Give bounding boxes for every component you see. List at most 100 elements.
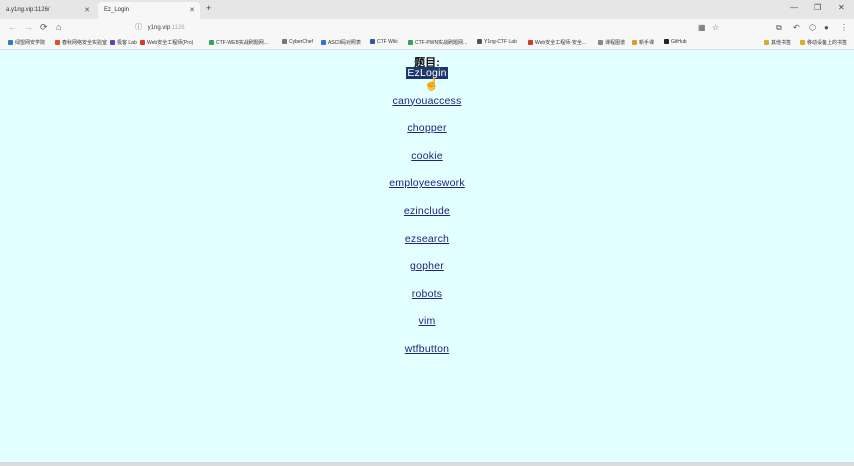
folder-icon [800, 40, 805, 45]
bookmark-favicon [477, 39, 482, 44]
bookmark-folder[interactable]: 其他书签 [764, 39, 791, 46]
bookmarks-bar: 绿盟网安学院 春秋网络安全实验室 极客 Lab Web安全工程师(Pro) CT… [0, 37, 854, 50]
hand-cursor-icon: ☝ [424, 77, 439, 91]
link-label: gopher [410, 260, 444, 273]
qr-code-icon[interactable]: ▦ [698, 23, 706, 32]
link-label: vim [418, 315, 436, 328]
bookmark-label: CyberChef [289, 39, 313, 45]
extensions-icon[interactable]: ⬡ [809, 23, 816, 32]
bookmark-item[interactable]: Y1ng-CTF Lab [477, 39, 517, 45]
tab-ez-login[interactable]: Ez_Login ✕ [98, 2, 200, 19]
close-tab-icon[interactable]: ✕ [84, 6, 90, 14]
bookmark-favicon [528, 40, 533, 45]
link-label: chopper [407, 122, 447, 135]
bookmark-favicon [321, 40, 326, 45]
bookmark-item[interactable]: 春秋网络安全实验室 [55, 39, 107, 46]
bookmark-favicon [55, 40, 60, 45]
challenge-link-gopher[interactable]: gopher [327, 260, 527, 288]
bookmark-item[interactable]: 新手课 [632, 39, 654, 46]
screenshot-icon[interactable]: ⧉ [776, 23, 782, 33]
bookmark-label: GitHub [671, 39, 687, 45]
bookmark-label: CTF-WEB实战刷题网... [216, 40, 268, 46]
reload-icon[interactable]: ⟳ [40, 22, 48, 33]
bookmark-item[interactable]: CTF-PWN实战刷题网... [408, 39, 467, 46]
bookmark-item[interactable]: 极客 Lab [110, 39, 137, 46]
tab-label: a.y1ng.vip:1126/ [6, 7, 50, 13]
site-info-icon[interactable]: ⓘ [135, 24, 142, 31]
close-window-icon[interactable]: ✕ [838, 3, 845, 12]
forward-icon[interactable]: → [24, 22, 33, 32]
link-label: ezinclude [403, 204, 451, 217]
bookmark-item[interactable]: CTF Wiki [370, 39, 398, 45]
page-content: 题目: EzLogin canyouaccess chopper cookie … [0, 50, 854, 462]
bookmark-label: 移动设备上的书签 [807, 40, 848, 46]
link-label: wtfbutton [404, 342, 450, 355]
challenge-link-canyouaccess[interactable]: canyouaccess [327, 95, 527, 123]
link-label: employeeswork [389, 177, 465, 190]
bookmark-label: 极客 Lab [117, 40, 137, 46]
tab-strip: a.y1ng.vip:1126/ ✕ Ez_Login ✕ + — ❐ ✕ [0, 0, 854, 19]
bookmark-item[interactable]: CTF-WEB实战刷题网... [209, 39, 268, 46]
challenge-link-chopper[interactable]: chopper [327, 122, 527, 150]
challenge-link-employeeswork[interactable]: employeeswork [327, 177, 527, 205]
bookmark-label: ASCII码对照表 [328, 40, 362, 46]
new-tab-icon[interactable]: + [206, 3, 211, 13]
bookmark-star-icon[interactable]: ☆ [712, 23, 719, 32]
bookmark-item[interactable]: Web安全工程师-安全... [528, 39, 586, 46]
bookmark-label: 其他书签 [771, 40, 792, 46]
bookmark-label: Web安全工程师-安全... [535, 40, 587, 46]
bookmark-item[interactable]: CyberChef [282, 39, 313, 45]
bookmark-label: 春秋网络安全实验室 [62, 40, 108, 46]
link-label: ezsearch [404, 232, 450, 245]
bookmark-label: CTF-PWN实战刷题网... [415, 40, 468, 46]
challenge-link-ezinclude[interactable]: ezinclude [327, 205, 527, 233]
bookmark-favicon [110, 40, 115, 45]
link-label: robots [411, 287, 443, 300]
profile-icon[interactable]: ● [824, 23, 829, 32]
minimize-icon[interactable]: — [790, 3, 798, 12]
address-bar[interactable]: ⓘ y1ng.vip:1126 [135, 22, 185, 32]
window-bottom-edge [0, 462, 854, 466]
folder-icon [764, 40, 769, 45]
bookmark-favicon [140, 40, 145, 45]
restore-icon[interactable]: ❐ [814, 3, 821, 12]
bookmark-item[interactable]: GitHub [664, 39, 687, 45]
bookmark-favicon [598, 40, 603, 45]
bookmark-favicon [632, 40, 637, 45]
link-label: cookie [411, 149, 443, 162]
bookmark-favicon [8, 40, 13, 45]
github-icon [664, 39, 669, 44]
bookmark-favicon [282, 39, 287, 44]
bookmark-label: 绿盟网安学院 [15, 40, 46, 46]
challenge-list: EzLogin canyouaccess chopper cookie empl… [0, 67, 854, 371]
bookmark-label: 新手课 [639, 40, 655, 46]
address-host: y1ng.vip [147, 25, 171, 31]
bookmark-folder[interactable]: 移动设备上的书签 [800, 39, 847, 46]
bookmark-item[interactable]: 绿盟网安学院 [8, 39, 45, 46]
challenge-link-wtfbutton[interactable]: wtfbutton [327, 343, 527, 371]
challenge-link-vim[interactable]: vim [327, 315, 527, 343]
bookmark-label: Y1ng-CTF Lab [484, 39, 517, 45]
back-icon[interactable]: ← [8, 22, 17, 32]
bookmark-favicon [370, 39, 375, 44]
challenge-link-robots[interactable]: robots [327, 288, 527, 316]
address-port: :1126 [170, 25, 185, 31]
undo-icon[interactable]: ↶ [793, 23, 800, 32]
link-label: canyouaccess [392, 94, 462, 107]
navigation-bar: ← → ⟳ ⌂ ⓘ y1ng.vip:1126 ▦ ☆ ⧉ ↶ ⬡ ● ⋮ [0, 19, 854, 37]
bookmark-label: 课程图谱 [605, 40, 626, 46]
bookmark-label: Web安全工程师(Pro) [147, 40, 194, 46]
challenge-link-cookie[interactable]: cookie [327, 150, 527, 178]
bookmark-item[interactable]: ASCII码对照表 [321, 39, 361, 46]
bookmark-favicon [209, 40, 214, 45]
menu-icon[interactable]: ⋮ [840, 23, 848, 32]
bookmark-favicon [408, 40, 413, 45]
tab-label: Ez_Login [104, 7, 130, 13]
bookmark-item[interactable]: Web安全工程师(Pro) [140, 39, 193, 46]
challenge-link-ezsearch[interactable]: ezsearch [327, 233, 527, 261]
home-icon[interactable]: ⌂ [56, 22, 61, 32]
bookmark-label: CTF Wiki [377, 39, 398, 45]
bookmark-item[interactable]: 课程图谱 [598, 39, 625, 46]
tab-home[interactable]: a.y1ng.vip:1126/ ✕ [0, 2, 95, 19]
close-tab-icon[interactable]: ✕ [189, 6, 195, 14]
